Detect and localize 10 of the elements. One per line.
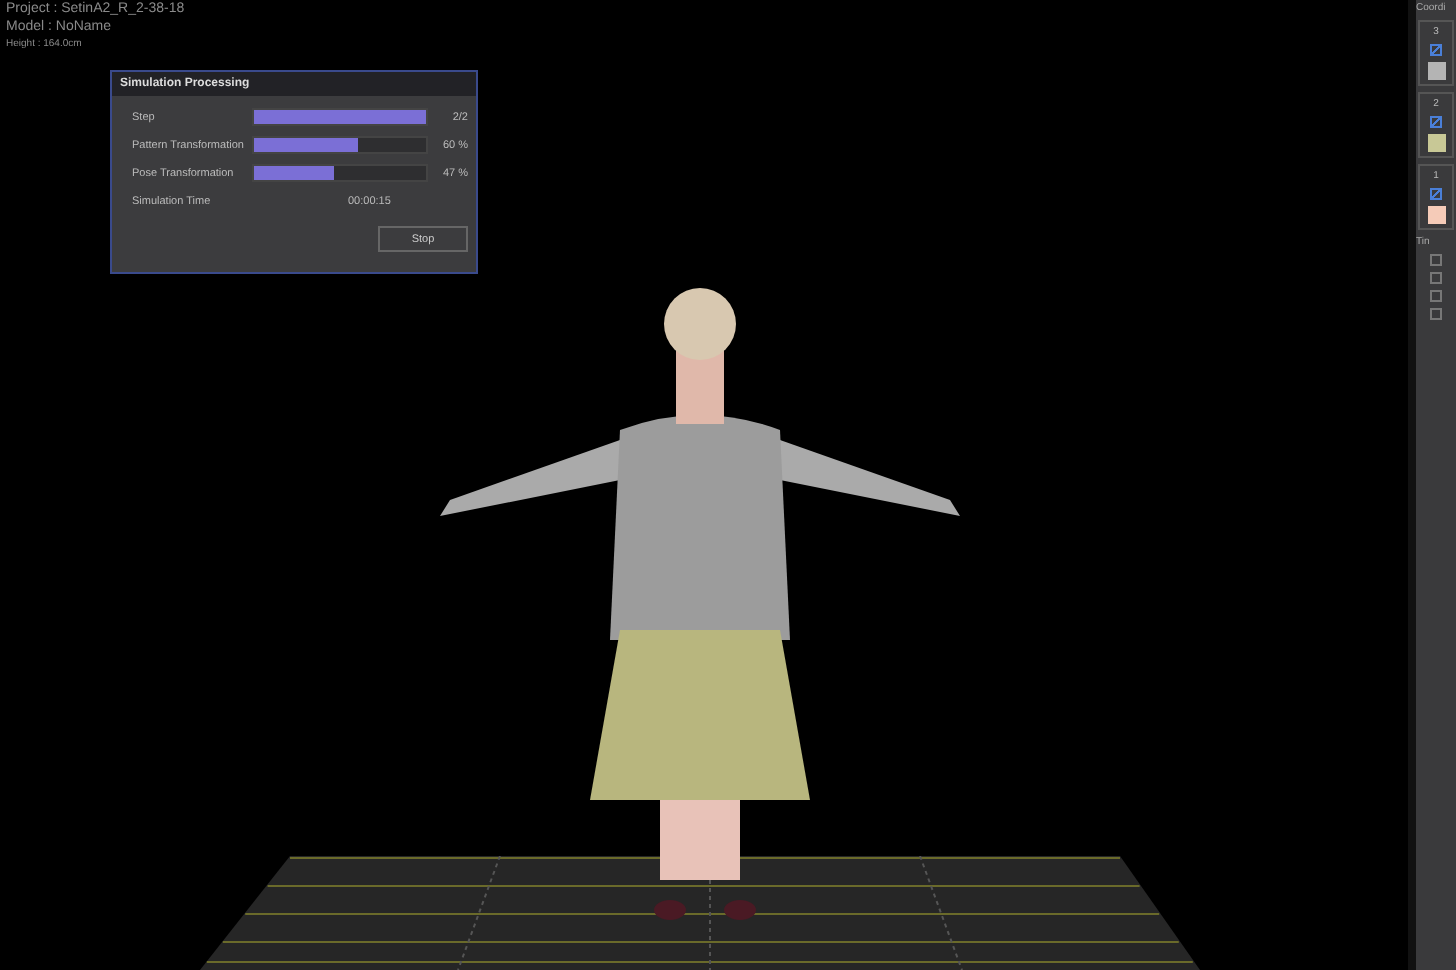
option-checkbox[interactable]: [1430, 272, 1442, 284]
color-swatch[interactable]: [1427, 134, 1445, 152]
color-swatch[interactable]: [1427, 206, 1445, 224]
option-checkbox[interactable]: [1430, 308, 1442, 320]
layer-checkbox[interactable]: [1430, 44, 1442, 56]
layer-checkbox[interactable]: [1430, 188, 1442, 200]
layer-checkbox[interactable]: [1430, 116, 1442, 128]
option-checkbox[interactable]: [1430, 290, 1442, 302]
option-checkbox[interactable]: [1430, 254, 1442, 266]
color-swatch[interactable]: [1427, 62, 1445, 80]
